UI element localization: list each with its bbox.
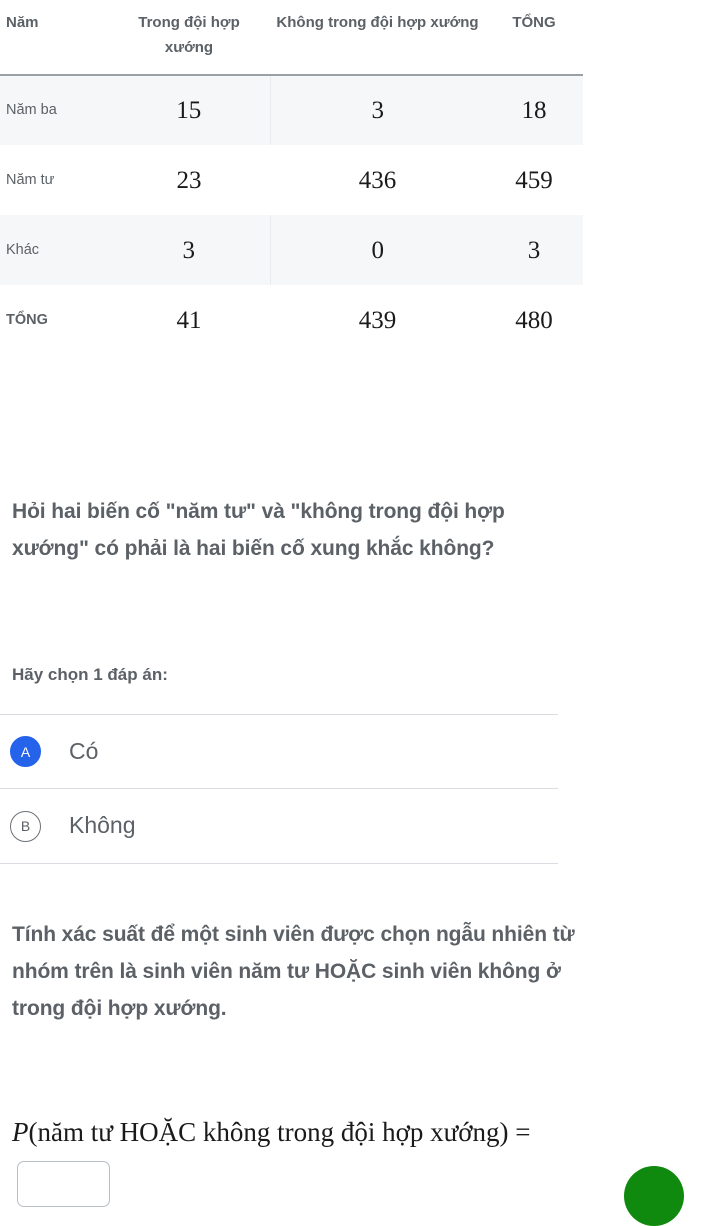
formula-expression: (năm tư HOẶC không trong đội hợp xướng)	[28, 1117, 509, 1147]
option-a-label: Có	[69, 737, 99, 764]
cell-other-total: 3	[527, 236, 541, 264]
row-label-year-four: Năm tư	[6, 171, 55, 188]
contingency-table-container: Năm Trong đội hợp xướng Không trong đội …	[0, 0, 583, 355]
cell-year-three-total: 18	[521, 97, 547, 124]
answer-input-field[interactable]	[17, 1161, 110, 1207]
contingency-table: Năm Trong đội hợp xướng Không trong đội …	[0, 0, 583, 355]
column-header-total: TỔNG	[485, 0, 583, 76]
answer-option-a[interactable]: A Có	[0, 714, 558, 789]
row-label-total: TỔNG	[6, 311, 48, 328]
cell-year-four-total: 459	[515, 166, 553, 194]
table-row: Năm tư 23 436 459	[0, 145, 583, 215]
column-header-not-in-choir: Không trong đội hợp xướng	[270, 0, 485, 76]
cell-total-notin: 439	[358, 306, 397, 334]
cell-total-total: 480	[515, 306, 553, 334]
formula-p-symbol: P	[12, 1117, 29, 1147]
table-row: Năm ba 15 3 18	[0, 75, 583, 145]
option-b-label: Không	[69, 812, 136, 839]
option-b-badge[interactable]: B	[10, 810, 41, 842]
answer-options-list: A Có B Không	[0, 714, 558, 864]
table-row: Khác 3 0 3	[0, 215, 583, 285]
cell-total-in: 41	[176, 306, 202, 334]
formula-equals-sign: =	[515, 1117, 531, 1147]
submit-fab-button[interactable]	[624, 1166, 684, 1226]
answer-option-b[interactable]: B Không	[0, 789, 558, 864]
table-body: Năm ba 15 3 18 Năm tư 23 436 459 Khác 3 …	[0, 75, 583, 355]
cell-year-three-notin: 3	[371, 97, 385, 124]
column-header-in-choir: Trong đội hợp xướng	[108, 0, 270, 76]
cell-other-notin: 0	[371, 236, 385, 264]
row-label-other: Khác	[6, 241, 40, 258]
probability-formula: P(năm tư HOẶC không trong đội hợp xướng)…	[12, 1117, 711, 1148]
cell-year-three-in: 15	[108, 75, 271, 145]
table-row: TỔNG 41 439 480	[0, 285, 583, 355]
option-a-badge[interactable]: A	[10, 736, 41, 767]
cell-other-in: 3	[108, 215, 271, 285]
choose-answer-prompt: Hãy chọn 1 đáp án:	[12, 665, 168, 684]
question-text: Hỏi hai biến cố "năm tư" và "không trong…	[12, 500, 505, 560]
row-label-year-three: Năm ba	[6, 102, 57, 118]
cell-year-four-notin: 436	[358, 166, 397, 194]
cell-year-four-in: 23	[176, 166, 202, 194]
column-header-year: Năm	[0, 0, 108, 76]
table-header-row: Năm Trong đội hợp xướng Không trong đội …	[0, 0, 583, 76]
task-instruction-text: Tính xác suất để một sinh viên được chọn…	[12, 923, 575, 1020]
table-header: Năm Trong đội hợp xướng Không trong đội …	[0, 0, 583, 76]
